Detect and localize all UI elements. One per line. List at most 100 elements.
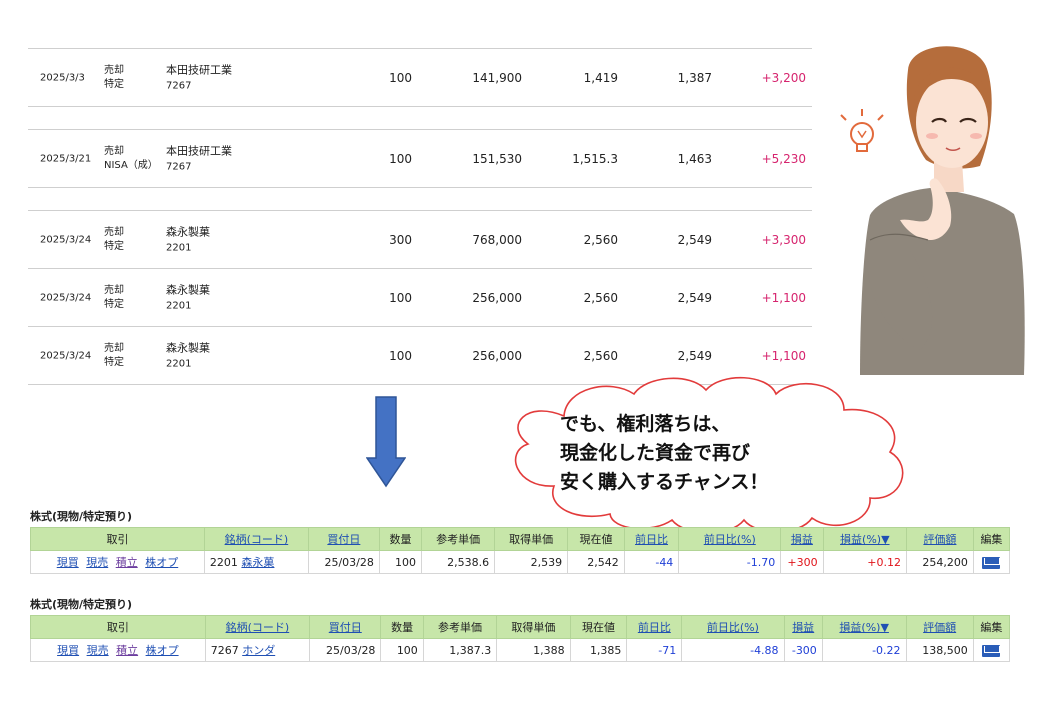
ref-price: 2,538.6: [421, 550, 496, 574]
col-qty: 数量: [380, 615, 424, 639]
sort-pl-pct[interactable]: 損益(%)▼: [821, 615, 907, 639]
trade-date: 2025/3/24: [40, 234, 92, 245]
stock-link[interactable]: 森永菓: [241, 556, 274, 569]
sort-symbol[interactable]: 銘柄(コード): [204, 615, 311, 639]
profit-loss-pct: +0.12: [822, 550, 907, 574]
trade-date: 2025/3/3: [40, 72, 85, 83]
unit-price: 1,515.3: [572, 151, 618, 166]
current-price: 1,385: [569, 638, 628, 662]
trade-date: 2025/3/24: [40, 292, 92, 303]
unit-price: 2,560: [583, 232, 618, 247]
mail-icon[interactable]: [982, 556, 1001, 569]
buy-button[interactable]: 現買: [57, 556, 79, 569]
sort-pl-pct[interactable]: 損益(%)▼: [822, 527, 907, 551]
thinking-woman-illustration: [840, 46, 1025, 375]
market-value: 138,500: [905, 638, 974, 662]
sort-change[interactable]: 前日比: [626, 615, 683, 639]
table-row: 現買 現売 積立 株オプ 2201 森永菓 25/03/28 100 2,538…: [30, 550, 1011, 574]
trade-type: 売却 特定: [104, 226, 124, 252]
row-separator: [28, 107, 812, 130]
col-current: 現在値: [567, 527, 625, 551]
col-ref-price: 参考単価: [422, 615, 498, 639]
amount: 256,000: [472, 290, 522, 305]
market-value: 254,200: [905, 550, 974, 574]
col-edit: 編集: [972, 527, 1011, 551]
profit-loss: +3,200: [761, 70, 806, 85]
profit-loss: -300: [783, 638, 823, 662]
sort-symbol[interactable]: 銘柄(コード): [203, 527, 309, 551]
profit-loss: +5,230: [761, 151, 806, 166]
history-row: 2025/3/21 売却 NISA（成） 本田技研工業 7267 100 151,5…: [28, 130, 812, 188]
stock-link[interactable]: ホンダ: [242, 644, 275, 657]
row-separator: [28, 188, 812, 211]
symbol-cell: 7267 ホンダ: [204, 638, 311, 662]
accumulate-button[interactable]: 積立: [116, 556, 138, 569]
history-row: 2025/3/24 売却 特定 森永製菓 2201 300 768,000 2,56…: [28, 211, 812, 269]
day-change: -71: [626, 638, 683, 662]
sell-button[interactable]: 現売: [86, 556, 108, 569]
holdings-section-title: 株式(現物/特定預り): [30, 598, 133, 611]
amount: 768,000: [472, 232, 522, 247]
profit-loss: +1,100: [761, 290, 806, 305]
stock-name: 森永製菓 2201: [166, 341, 210, 369]
sort-pl[interactable]: 損益: [783, 615, 823, 639]
profit-loss: +3,300: [761, 232, 806, 247]
stock-name: 本田技研工業 7267: [166, 63, 232, 91]
col-edit: 編集: [972, 615, 1011, 639]
quantity: 100: [389, 290, 412, 305]
unit-price: 2,560: [583, 290, 618, 305]
sort-buy-date[interactable]: 買付日: [307, 527, 380, 551]
stock-option-button[interactable]: 株オプ: [145, 556, 178, 569]
stock-name: 森永製菓 2201: [166, 283, 210, 311]
col-cost: 取得単価: [496, 615, 571, 639]
sort-value[interactable]: 評価額: [905, 527, 974, 551]
history-row: 2025/3/3 売却 特定 本田技研工業 7267 100 141,900 1,4…: [28, 49, 812, 107]
history-row: 2025/3/24 売却 特定 森永製菓 2201 100 256,000 2,56…: [28, 269, 812, 327]
stock-name: 本田技研工業 7267: [166, 144, 232, 172]
current-price: 2,549: [677, 348, 712, 363]
current-price: 2,549: [677, 232, 712, 247]
trade-date: 2025/3/21: [40, 153, 92, 164]
quantity: 100: [389, 348, 412, 363]
lightbulb-icon: [840, 109, 884, 152]
col-current: 現在値: [569, 615, 628, 639]
trade-actions: 現買 現売 積立 株オプ: [30, 638, 206, 662]
current-price: 2,549: [677, 290, 712, 305]
col-ref-price: 参考単価: [421, 527, 496, 551]
sort-pl[interactable]: 損益: [780, 527, 824, 551]
sort-buy-date[interactable]: 買付日: [309, 615, 382, 639]
buy-button[interactable]: 現買: [57, 644, 79, 657]
trade-actions: 現買 現売 積立 株オプ: [30, 550, 205, 574]
trade-type: 売却 特定: [104, 284, 124, 310]
current-price: 2,542: [567, 550, 625, 574]
sort-change[interactable]: 前日比: [623, 527, 680, 551]
amount: 141,900: [472, 70, 522, 85]
cost-price: 2,539: [494, 550, 569, 574]
amount: 256,000: [472, 348, 522, 363]
stock-option-button[interactable]: 株オプ: [146, 644, 179, 657]
table-row: 現買 現売 積立 株オプ 7267 ホンダ 25/03/28 100 1,387…: [30, 638, 1011, 662]
sort-change-pct[interactable]: 前日比(%): [681, 615, 785, 639]
mail-icon[interactable]: [982, 644, 1001, 657]
sort-value[interactable]: 評価額: [905, 615, 974, 639]
quantity: 100: [389, 70, 412, 85]
trade-history-table: 2025/3/3 売却 特定 本田技研工業 7267 100 141,900 1,4…: [28, 48, 812, 385]
bubble-message: でも、権利落ちは、 現金化した資金で再び 安く購入するチャンス！: [560, 413, 769, 493]
table-header-row: 取引 銘柄(コード) 買付日 数量 参考単価 取得単価 現在値 前日比 前日比(…: [30, 527, 1011, 551]
quantity: 300: [389, 232, 412, 247]
col-trade: 取引: [30, 615, 206, 639]
col-trade: 取引: [30, 527, 205, 551]
trade-type: 売却 特定: [104, 342, 124, 368]
sell-button[interactable]: 現売: [87, 644, 109, 657]
current-price: 1,463: [677, 151, 712, 166]
day-change-pct: -4.88: [681, 638, 785, 662]
col-qty: 数量: [378, 527, 423, 551]
sort-change-pct[interactable]: 前日比(%): [678, 527, 782, 551]
quantity: 100: [378, 550, 423, 574]
trade-type: 売却 NISA（成）: [104, 145, 158, 171]
cost-price: 1,388: [496, 638, 571, 662]
accumulate-button[interactable]: 積立: [116, 644, 138, 657]
down-arrow-icon: [366, 396, 406, 488]
table-header-row: 取引 銘柄(コード) 買付日 数量 参考単価 取得単価 現在値 前日比 前日比(…: [30, 615, 1011, 639]
buy-date: 25/03/28: [309, 638, 382, 662]
